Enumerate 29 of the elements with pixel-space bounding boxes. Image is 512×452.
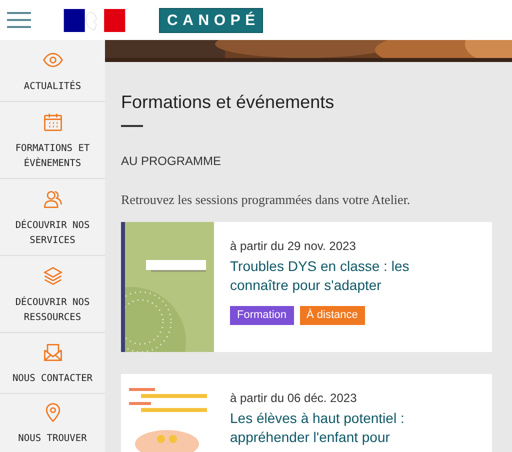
sidebar-item[interactable]: NOUS CONTACTER (0, 333, 105, 394)
event-title[interactable]: Troubles DYS en classe : les connaître pour s'adapter (230, 257, 426, 295)
nav-label: FORMATIONS ET ÉVÈNEMENTS (14, 142, 91, 171)
calendar-icon (42, 111, 64, 133)
event-date: à partir du 29 nov. 2023 (230, 239, 357, 253)
section-heading: AU PROGRAMME (121, 154, 222, 168)
nav-label: DÉCOUVRIR NOS RESSOURCES (14, 295, 91, 325)
event-date: à partir du 06 déc. 2023 (230, 391, 358, 405)
event-tag: Formation (230, 306, 294, 325)
event-title[interactable]: Les élèves à haut potentiel : appréhender l'enfant pour (230, 409, 426, 447)
people-icon (42, 188, 64, 210)
sidebar-item[interactable]: NOUS TROUVER (0, 394, 105, 452)
page-title: Formations et événements (121, 92, 336, 113)
nav-label: ACTUALITÉS (24, 79, 82, 94)
sidebar-item[interactable]: DÉCOUVRIR NOS SERVICES (0, 179, 105, 256)
republic-logo[interactable] (63, 8, 126, 32)
event-tag: À distance (300, 306, 365, 325)
sidebar-item[interactable]: ACTUALITÉS (0, 40, 105, 102)
sidebar-item[interactable]: DÉCOUVRIR NOS RESSOURCES (0, 256, 105, 333)
canope-logo[interactable]: CANOPÉ (159, 8, 263, 32)
sidebar-item[interactable]: FORMATIONS ET ÉVÈNEMENTS (0, 102, 105, 179)
layers-icon (42, 265, 64, 287)
intro-text: Retrouvez les sessions programmées dans votre Atelier. (121, 192, 412, 208)
event-card[interactable]: à partir du 29 nov. 2023 Troubles DYS en classe : les connaître pour s'adapter Formation À distance (121, 222, 492, 352)
menu-icon[interactable] (7, 12, 31, 28)
nav-label: NOUS CONTACTER (12, 372, 93, 386)
envelope-icon (42, 341, 64, 363)
nav-label: NOUS TROUVER (18, 432, 87, 446)
nav-label: DÉCOUVRIR NOS SERVICES (14, 218, 91, 248)
